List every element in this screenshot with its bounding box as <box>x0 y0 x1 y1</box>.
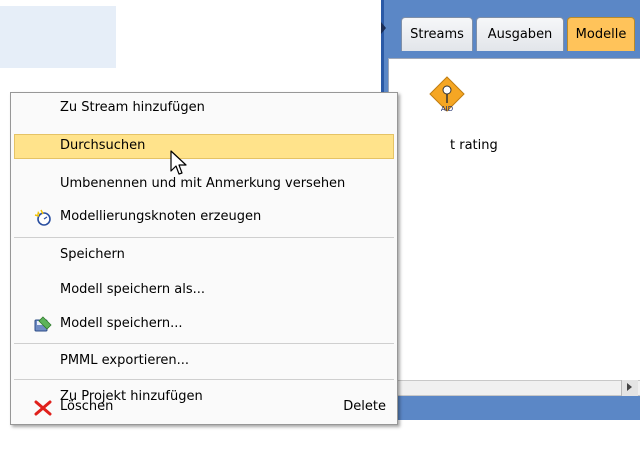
chaid-model-icon[interactable]: AID <box>428 75 466 113</box>
menu-item-export-pmml[interactable]: PMML exportieren... <box>14 349 394 374</box>
menu-item-label: Umbenennen und mit Anmerkung versehen <box>60 176 346 191</box>
menu-item-rename-annotate[interactable]: Umbenennen und mit Anmerkung versehen <box>14 172 394 197</box>
svg-text:AID: AID <box>441 105 453 113</box>
menu-item-label: Zu Stream hinzufügen <box>60 100 205 115</box>
node-label: t rating <box>450 138 498 153</box>
background-panel <box>0 6 116 68</box>
menu-item-label: Modell speichern... <box>60 316 183 331</box>
delete-x-icon <box>34 400 52 416</box>
menu-item-save-model[interactable]: Modell speichern... <box>14 312 394 337</box>
mouse-pointer-icon <box>170 150 187 175</box>
context-menu: Zu Stream hinzufügen Durchsuchen Umbenen… <box>10 92 398 425</box>
models-content-area <box>388 58 640 381</box>
scroll-right-icon[interactable] <box>621 380 638 396</box>
menu-item-browse[interactable]: Durchsuchen <box>14 134 394 159</box>
menu-item-label: Speichern <box>60 247 125 262</box>
collapse-arrow-icon[interactable] <box>381 22 386 34</box>
menu-separator <box>14 237 394 238</box>
menu-item-label: Modellierungsknoten erzeugen <box>60 209 262 224</box>
horizontal-scrollbar[interactable] <box>388 380 640 396</box>
menu-separator <box>14 379 394 380</box>
generate-node-icon <box>34 209 51 226</box>
tab-modelle[interactable]: Modelle <box>567 17 635 51</box>
menu-item-add-to-stream[interactable]: Zu Stream hinzufügen <box>14 96 394 121</box>
tab-streams[interactable]: Streams <box>401 17 473 51</box>
menu-item-label: Durchsuchen <box>60 138 146 153</box>
menu-item-delete[interactable]: Löschen Delete <box>14 395 394 420</box>
menu-item-shortcut: Delete <box>343 399 386 414</box>
menu-item-label: Löschen <box>60 399 114 414</box>
menu-item-save[interactable]: Speichern <box>14 243 394 268</box>
menu-item-label: PMML exportieren... <box>60 353 190 368</box>
menu-item-generate-modeling-node[interactable]: Modellierungsknoten erzeugen <box>14 205 394 230</box>
menu-item-save-model-as[interactable]: Modell speichern als... <box>14 278 394 303</box>
menu-item-label: Modell speichern als... <box>60 282 206 297</box>
tab-ausgaben[interactable]: Ausgaben <box>476 17 564 51</box>
menu-separator <box>14 343 394 344</box>
save-model-icon <box>34 316 52 332</box>
